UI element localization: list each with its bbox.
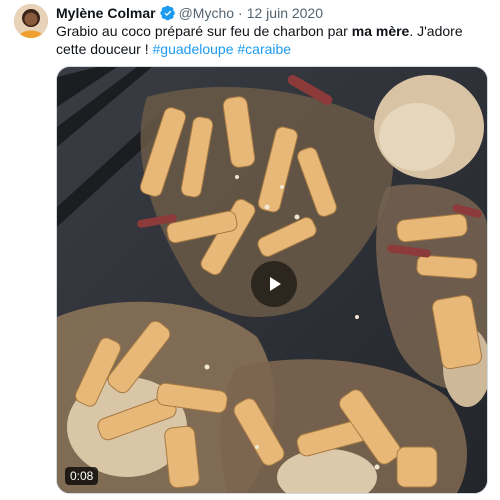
play-button[interactable] <box>251 261 297 307</box>
verified-badge-icon[interactable] <box>159 5 176 21</box>
play-icon <box>270 277 281 291</box>
hashtag-caraibe[interactable]: #caraibe <box>237 41 291 57</box>
avatar-image <box>14 4 48 38</box>
video-duration: 0:08 <box>65 467 99 485</box>
tweet-text-part1: Grabio au coco préparé sur feu de charbo… <box>56 23 352 39</box>
hashtag-guadeloupe[interactable]: #guadeloupe <box>153 41 234 57</box>
separator-dot: · <box>238 5 243 21</box>
avatar[interactable] <box>14 4 48 38</box>
tweet-date[interactable]: 12 juin 2020 <box>247 5 323 21</box>
tweet-header: Mylène Colmar @Mycho · 12 juin 2020 <box>56 4 490 22</box>
author-name[interactable]: Mylène Colmar <box>56 5 156 21</box>
tweet: Mylène Colmar @Mycho · 12 juin 2020 Grab… <box>0 0 500 500</box>
video-player[interactable]: 0:08 <box>56 66 488 494</box>
author-handle[interactable]: @Mycho <box>179 5 234 21</box>
tweet-text: Grabio au coco préparé sur feu de charbo… <box>56 22 490 58</box>
tweet-text-bold: ma mère <box>351 23 410 39</box>
